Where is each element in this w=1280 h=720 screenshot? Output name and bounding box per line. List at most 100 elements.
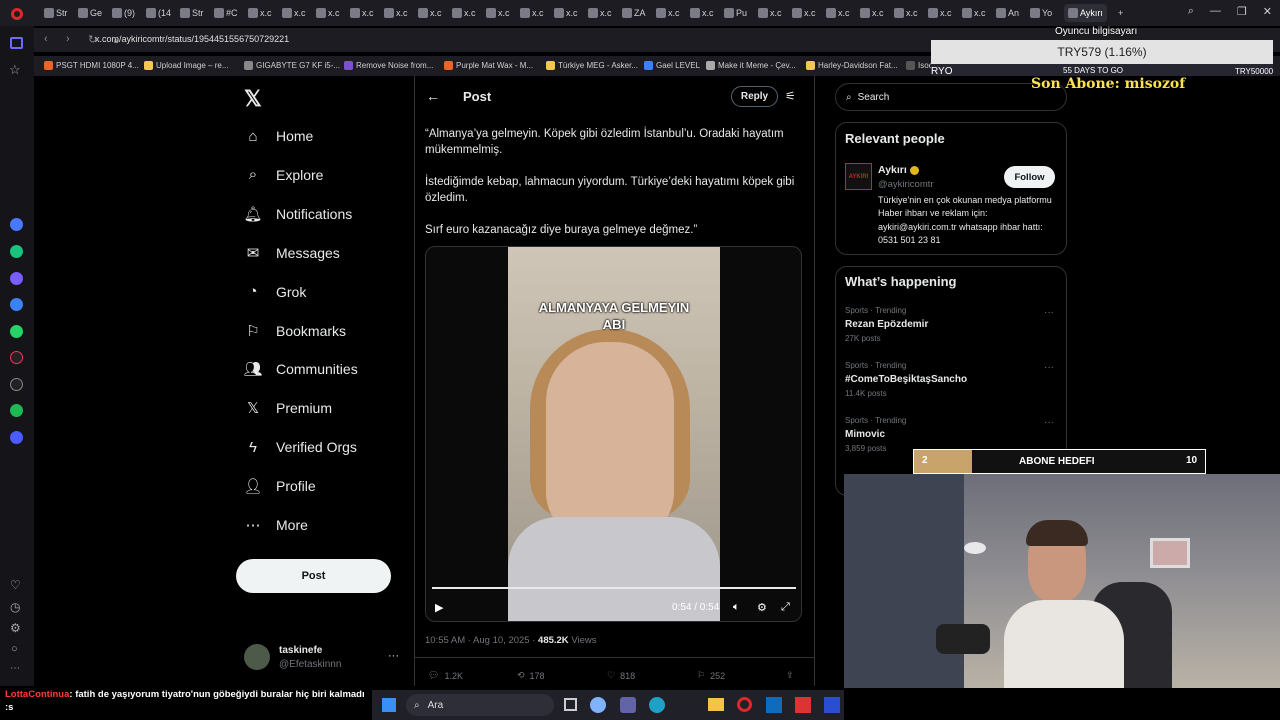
browser-tab[interactable]: x.c [928, 4, 952, 22]
play-icon[interactable]: ▶ [435, 601, 443, 614]
aykiri-avatar[interactable]: AYKIRI [845, 163, 872, 190]
browser-tab[interactable]: Ge [78, 4, 102, 22]
x-app-icon[interactable] [10, 378, 23, 391]
cs-icon[interactable] [10, 272, 23, 285]
browser-tab[interactable]: x.c [554, 4, 578, 22]
bookmark-item[interactable]: Gael LEVEL [644, 61, 700, 70]
bookmark-item[interactable]: GIGABYTE G7 KF i5-... [244, 61, 340, 70]
back-arrow-icon[interactable]: ← [426, 88, 440, 104]
file-explorer-icon[interactable] [708, 698, 724, 711]
account-avatar[interactable] [244, 644, 270, 670]
settings-icon[interactable]: ⚙ [10, 621, 21, 635]
outlook-icon[interactable] [766, 697, 782, 713]
app-red-icon[interactable] [795, 697, 811, 713]
browser-tab[interactable]: Str [44, 4, 68, 22]
start-icon[interactable] [382, 698, 396, 712]
nav-item-home[interactable]: ⌂ Home [244, 127, 313, 145]
bookmark-item[interactable]: Remove Noise from... [344, 61, 433, 70]
history-icon[interactable]: ◷ [10, 600, 20, 614]
opera-taskbar-icon[interactable] [737, 697, 752, 712]
person-name-row[interactable]: Aykırı [878, 164, 919, 176]
sidebar-more-icon[interactable]: ⋯ [10, 663, 20, 674]
copilot-icon[interactable] [590, 697, 606, 713]
trend-more-icon[interactable]: ··· [1044, 417, 1054, 428]
browser-tab[interactable]: Str [180, 4, 204, 22]
browser-tab[interactable]: x.c [452, 4, 476, 22]
fullscreen-icon[interactable]: ⤢ [781, 601, 790, 614]
home-icon[interactable] [10, 37, 23, 49]
url-field[interactable]: x.com/aykiricomtr/status/195445155675072… [95, 34, 289, 44]
video-settings-icon[interactable]: ⚙ [757, 601, 767, 614]
account-more-icon[interactable]: ··· [388, 650, 399, 662]
nav-item-messages[interactable]: ✉ Messages [244, 244, 340, 262]
reply-action[interactable]: 💬︎ 1.2K [428, 670, 463, 681]
browser-tab[interactable]: x.c [486, 4, 510, 22]
nav-item-notifications[interactable]: 🔔︎ Notifications [243, 205, 352, 223]
restore-icon[interactable]: ❐ [1237, 5, 1247, 18]
player-icon[interactable] [10, 431, 23, 444]
browser-tab[interactable]: (14 [146, 4, 171, 22]
nav-item-more[interactable]: ⋯ More [244, 516, 308, 534]
nav-item-grok[interactable]: ◔ Grok [244, 283, 306, 301]
nav-item-premium[interactable]: 𝕏 Premium [244, 399, 332, 417]
browser-tab[interactable]: x.c [894, 4, 918, 22]
browser-tab[interactable]: x.c [588, 4, 612, 22]
aria-icon[interactable] [10, 218, 23, 231]
bookmark-item[interactable]: Upload Image – re... [144, 61, 228, 70]
trend-more-icon[interactable]: ··· [1044, 307, 1054, 318]
opera-logo-icon[interactable] [11, 8, 23, 20]
bookmark-item[interactable]: Harley-Davidson Fat... [806, 61, 898, 70]
browser-tab[interactable]: An [996, 4, 1019, 22]
reply-button[interactable]: Reply [731, 86, 778, 107]
browser-tab[interactable]: x.c [350, 4, 374, 22]
taskbar-search[interactable]: ⌕ Ara [406, 694, 554, 716]
heart-icon[interactable]: ♡ [10, 578, 21, 592]
back-icon[interactable]: ‹ [44, 33, 48, 45]
bookmark-item[interactable]: Purple Mat Wax - M... [444, 61, 533, 70]
video-progress-bar[interactable] [432, 587, 796, 589]
browser-tab[interactable]: x.c [860, 4, 884, 22]
browser-tab[interactable]: x.c [656, 4, 680, 22]
browser-tab[interactable]: Pu [724, 4, 747, 22]
nav-item-bookmarks[interactable]: ⚐ Bookmarks [244, 322, 346, 340]
browser-tab[interactable]: x.c [248, 4, 272, 22]
spotify-icon[interactable] [10, 404, 23, 417]
new-tab-icon[interactable]: + [1118, 4, 1123, 22]
browser-tab[interactable]: Aykırı [1064, 4, 1107, 22]
nav-item-explore[interactable]: ⌕ Explore [244, 166, 324, 184]
browser-tab[interactable]: x.c [520, 4, 544, 22]
browser-tab[interactable]: ZA [622, 4, 646, 22]
share-icon[interactable]: ⇪ [786, 670, 794, 681]
x-logo-icon[interactable]: 𝕏 [244, 86, 262, 112]
edge-icon[interactable] [649, 697, 665, 713]
whatsapp-icon[interactable] [10, 325, 23, 338]
like-action[interactable]: ♡ 818 [607, 670, 635, 681]
video-player[interactable]: ALMANYAYA GELMEYIN ABI ▶ 0:54 / 0:54 🔈︎ … [425, 246, 802, 622]
browser-tab[interactable]: x.c [384, 4, 408, 22]
close-icon[interactable]: ✕ [1263, 5, 1272, 18]
filter-icon[interactable]: ⚟ [785, 89, 796, 103]
bulb-icon[interactable]: ○ [11, 643, 18, 655]
volume-icon[interactable]: 🔈︎ [733, 601, 740, 614]
bookmark-item[interactable]: PSGT HDMI 1080P 4... [44, 61, 139, 70]
star-icon[interactable]: ☆ [9, 62, 21, 78]
trend-more-icon[interactable]: ··· [1044, 362, 1054, 373]
nav-item-verified-orgs[interactable]: ϟ Verified Orgs [244, 438, 357, 456]
browser-tab[interactable]: x.c [962, 4, 986, 22]
bookmark-action[interactable]: ⚐ 252 [697, 670, 725, 681]
forward-icon[interactable]: › [66, 33, 70, 45]
browser-tab[interactable]: x.c [792, 4, 816, 22]
browser-tab[interactable]: x.c [758, 4, 782, 22]
tiktok-icon[interactable] [10, 351, 23, 364]
chatgpt-icon[interactable] [10, 245, 23, 258]
browser-tab[interactable]: x.c [690, 4, 714, 22]
browser-tab[interactable]: Yo [1030, 4, 1052, 22]
browser-tab[interactable]: x.c [418, 4, 442, 22]
browser-tab[interactable]: x.c [316, 4, 340, 22]
browser-tab[interactable]: x.c [826, 4, 850, 22]
search-tabs-icon[interactable]: ⌕ [1188, 5, 1194, 18]
app-l-icon[interactable] [824, 697, 840, 713]
nav-item-profile[interactable]: 👤︎ Profile [243, 477, 315, 495]
bookmark-item[interactable]: Türkiye MEG - Asker... [546, 61, 638, 70]
browser-tab[interactable]: x.c [282, 4, 306, 22]
